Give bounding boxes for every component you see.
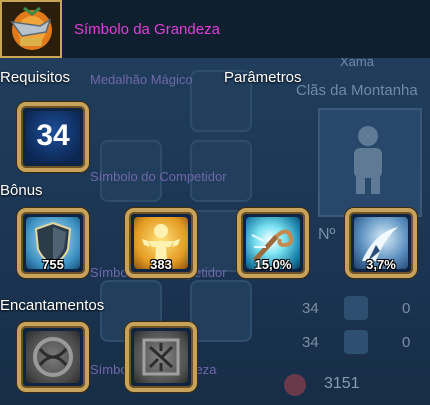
enchantments-heading: Encantamentos: [0, 297, 105, 314]
bonus-slot[interactable]: 755: [17, 208, 89, 278]
bonus-slot[interactable]: 15,0%: [237, 208, 309, 278]
bonus-value: 383: [150, 257, 172, 272]
bonus-slot[interactable]: 3,7%: [345, 208, 417, 278]
enchantment-slot[interactable]: [17, 322, 89, 392]
enchantment-slot[interactable]: [125, 322, 197, 392]
stone-rune-round-icon: [33, 337, 73, 377]
bonus-value: 3,7%: [366, 257, 396, 272]
item-title: Símbolo da Grandeza: [74, 21, 220, 38]
bonus-heading: Bônus: [0, 182, 43, 199]
bonus-value: 15,0%: [254, 257, 292, 272]
item-tooltip: Símbolo da Grandeza Requisitos Parâmetro…: [0, 0, 430, 405]
required-level-value: 34: [36, 119, 70, 152]
stone-rune-square-icon: [142, 338, 180, 376]
bonus-slot[interactable]: 383: [125, 208, 197, 278]
requirements-heading: Requisitos: [0, 69, 71, 86]
tooltip-title-bar: Símbolo da Grandeza: [0, 0, 430, 58]
required-level-slot: 34: [17, 102, 89, 172]
parameters-heading: Parâmetros: [224, 69, 302, 86]
grandeza-symbol-icon: [0, 0, 62, 58]
bonus-value: 755: [42, 257, 64, 272]
